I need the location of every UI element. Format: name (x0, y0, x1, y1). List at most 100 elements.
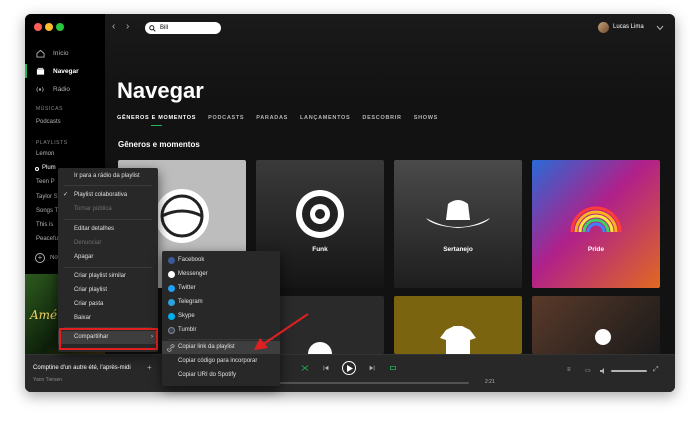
maximize-window-button[interactable] (56, 23, 64, 31)
microphone-icon (595, 329, 611, 345)
share-item-label: Copiar URI do Spotify (178, 372, 237, 378)
playlist-item[interactable]: This is (36, 222, 53, 228)
card-label: Sertanejo (443, 246, 473, 253)
share-item-copy-embed[interactable]: Copiar código para incorporar (162, 355, 280, 368)
genre-card[interactable] (532, 296, 660, 354)
share-item-telegram[interactable]: Telegram (162, 296, 280, 309)
search-input[interactable]: Bill (145, 22, 221, 34)
now-playing-bar: Comptine d'un autre été, l'après-midi + … (25, 354, 675, 392)
tab-releases[interactable]: LANÇAMENTOS (300, 115, 350, 121)
menu-divider (64, 219, 152, 220)
active-indicator (25, 64, 27, 78)
vinyl-icon (296, 190, 344, 238)
share-item-copy-uri[interactable]: Copiar URI do Spotify (162, 369, 280, 382)
playlist-item[interactable]: Peacefu (36, 236, 58, 242)
share-item-label: Copiar código para incorporar (178, 358, 258, 364)
playlist-item[interactable]: Lemon (36, 151, 54, 157)
close-window-button[interactable] (34, 23, 42, 31)
chevron-down-icon[interactable] (656, 25, 664, 31)
menu-divider (64, 185, 152, 186)
sidebar-item-label: Rádio (53, 85, 70, 93)
menu-item-edit-details[interactable]: Editar detalhes (58, 223, 158, 236)
menu-item-radio[interactable]: Ir para a rádio da playlist (58, 170, 158, 183)
avatar[interactable] (598, 22, 609, 33)
add-track-icon[interactable]: + (147, 363, 152, 372)
highlight-box (59, 328, 158, 350)
tab-podcasts[interactable]: PODCASTS (208, 115, 244, 121)
genre-card[interactable]: Sertanejo (394, 160, 522, 288)
track-title[interactable]: Comptine d'un autre été, l'après-midi (33, 365, 131, 371)
annotation-arrow (254, 313, 309, 350)
page-title: Navegar (117, 78, 204, 103)
menu-item-report[interactable]: Denunciar (58, 237, 158, 250)
back-icon[interactable]: ‹ (112, 21, 115, 32)
add-playlist-icon[interactable]: + (35, 253, 45, 263)
fullscreen-icon[interactable]: ⤢ (653, 366, 659, 374)
tab-shows[interactable]: SHOWS (414, 115, 438, 121)
share-item-label: Copiar link da playlist (178, 344, 235, 350)
rainbow-icon (570, 206, 622, 233)
share-item-label: Tumblr (178, 327, 197, 333)
menu-item-make-public[interactable]: Tornar pública (58, 203, 158, 216)
menu-item-create-folder[interactable]: Criar pasta (58, 298, 158, 311)
forward-icon[interactable]: › (126, 21, 129, 32)
menu-divider (64, 267, 152, 268)
playlists-section-label: PLAYLISTS (36, 140, 68, 146)
top-bar: ‹ › Bill Lucas Lima (105, 14, 675, 42)
menu-item-create-playlist[interactable]: Criar playlist (58, 284, 158, 297)
shuffle-icon[interactable] (301, 364, 309, 372)
share-item-label: Twitter (178, 285, 196, 291)
new-playlist-label[interactable]: Nova playlist (50, 255, 58, 261)
menu-item-collaborative[interactable]: ✓ Playlist colaborativa (58, 189, 158, 202)
menu-item-label: Playlist colaborativa (74, 192, 128, 198)
playlist-item[interactable]: Teen P (36, 179, 55, 185)
volume-slider[interactable] (611, 370, 647, 372)
repeat-icon[interactable] (389, 364, 397, 372)
sidebar-item-podcasts[interactable]: Podcasts (36, 119, 61, 125)
sidebar-item-label: Início (53, 49, 69, 57)
tab-genres[interactable]: GÊNEROS E MOMENTOS (117, 115, 196, 126)
link-icon (167, 344, 175, 352)
queue-icon[interactable]: ≡ (567, 367, 571, 373)
sidebar-item-label: Navegar (53, 67, 79, 75)
sidebar-item-home[interactable]: Início (35, 46, 69, 60)
menu-item-create-similar[interactable]: Criar playlist similar (58, 270, 158, 283)
playlist-item[interactable]: Songs T (36, 208, 58, 214)
progress-bar[interactable] (275, 382, 469, 384)
tab-discover[interactable]: DESCOBRIR (362, 115, 401, 121)
volume-icon[interactable] (600, 368, 607, 374)
playlist-item[interactable]: Taylor S (36, 194, 58, 200)
share-item-messenger[interactable]: Messenger (162, 268, 280, 281)
card-label: Pride (587, 246, 605, 253)
minimize-window-button[interactable] (45, 23, 53, 31)
search-value: Bill (160, 25, 169, 31)
menu-item-delete[interactable]: Apagar (58, 251, 158, 264)
genre-card[interactable] (394, 296, 522, 354)
browse-tabs: GÊNEROS E MOMENTOS PODCASTS PARADAS LANÇ… (117, 115, 438, 126)
radio-icon (35, 84, 45, 94)
tab-charts[interactable]: PARADAS (256, 115, 288, 121)
album-art-lettering: Amé (30, 308, 58, 322)
sidebar-item-radio[interactable]: Rádio (35, 82, 70, 96)
next-icon[interactable] (369, 365, 375, 371)
facebook-icon (168, 257, 175, 264)
devices-icon[interactable]: ▭ (585, 367, 591, 374)
sidebar-item-browse[interactable]: Navegar (35, 64, 79, 78)
share-item-twitter[interactable]: Twitter (162, 282, 280, 295)
twitter-icon (168, 285, 175, 292)
user-name[interactable]: Lucas Lima (613, 24, 644, 30)
home-icon (35, 48, 45, 58)
tumblr-icon (168, 327, 175, 334)
cowboy-hat-icon (426, 200, 490, 228)
previous-icon[interactable] (323, 365, 329, 371)
share-item-facebook[interactable]: Facebook (162, 254, 280, 267)
share-item-label: Messenger (178, 271, 208, 277)
genre-card[interactable]: Pride (532, 160, 660, 288)
brazil-icon (155, 189, 209, 243)
search-icon (149, 25, 156, 32)
play-button[interactable] (342, 361, 356, 375)
menu-item-download[interactable]: Baixar (58, 312, 158, 325)
track-artist[interactable]: Yann Tiersen (33, 377, 62, 383)
playlist-item[interactable]: Plum (42, 165, 56, 171)
shirt-icon (440, 326, 476, 354)
